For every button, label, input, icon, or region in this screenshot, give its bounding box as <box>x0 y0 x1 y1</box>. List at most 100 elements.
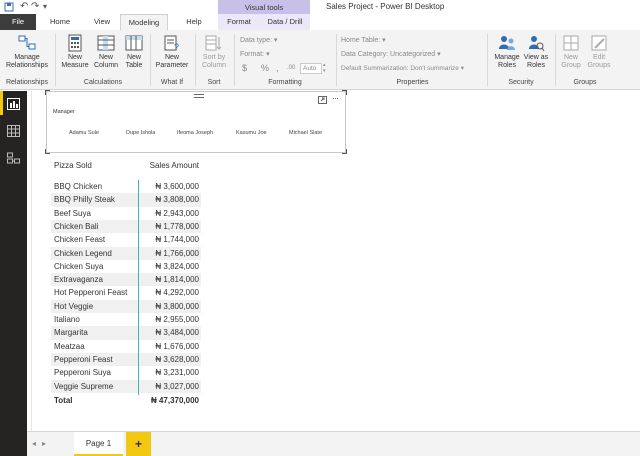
column-header-sales-amount[interactable]: Sales Amount <box>150 161 199 170</box>
title-bar: ↶ ↷ ▾ Visual tools Sales Project - Power… <box>0 0 640 15</box>
slicer-item[interactable]: Adamu Sule <box>69 130 99 136</box>
sales-amount-cell: ₦ 3,231,000 <box>155 368 199 378</box>
group-label-formatting: Formatting <box>268 79 302 86</box>
comma-button[interactable]: , <box>276 63 279 73</box>
slicer-item[interactable]: Kasumu Joe <box>236 130 267 136</box>
new-column-button[interactable]: New Column <box>92 34 120 70</box>
data-type-dropdown[interactable]: Data type: ▾ <box>240 36 277 44</box>
add-page-button[interactable]: + <box>126 432 151 456</box>
drag-grip-icon[interactable] <box>194 94 204 98</box>
table-row[interactable]: BBQ Chicken ₦ 3,600,000 <box>51 180 201 193</box>
manage-roles-button[interactable]: Manage Roles <box>492 34 522 70</box>
default-summarization-dropdown[interactable]: Default Summarization: Don't summarize ▾ <box>341 64 464 72</box>
format-dropdown[interactable]: Format: ▾ <box>240 50 270 58</box>
percent-button[interactable]: % <box>261 63 269 73</box>
group-divider <box>487 34 488 86</box>
table-row[interactable]: Chicken Suya ₦ 3,824,000 <box>51 260 201 273</box>
tab-file[interactable]: File <box>0 14 36 30</box>
group-divider <box>150 34 151 86</box>
calculator-icon <box>68 34 82 52</box>
data-category-label: Data Category: Uncategorized <box>341 51 436 58</box>
new-table-button[interactable]: New Table <box>122 34 146 70</box>
decimal-places-button[interactable]: .00 <box>287 65 295 71</box>
tab-format[interactable]: Format <box>218 14 260 30</box>
table-row[interactable]: Chicken Feast ₦ 1,744,000 <box>51 233 201 246</box>
table-row[interactable]: BBQ Philly Steak ₦ 3,808,000 <box>51 193 201 207</box>
spinner-icon[interactable]: ▴ ▾ <box>323 62 326 74</box>
table-row[interactable]: Italiano ₦ 2,955,000 <box>51 313 201 326</box>
data-category-dropdown[interactable]: Data Category: Uncategorized ▾ <box>341 50 441 58</box>
chevron-down-icon: ▾ <box>460 65 464 72</box>
table-row[interactable]: Pepperoni Suya ₦ 3,231,000 <box>51 366 201 379</box>
home-table-label: Home Table: <box>341 37 381 44</box>
table-row[interactable]: Pepperoni Feast ₦ 3,628,000 <box>51 352 201 367</box>
table-row[interactable]: Hot Pepperoni Feast ₦ 4,292,000 <box>51 286 201 299</box>
decimal-places-input[interactable]: Auto <box>300 63 322 74</box>
report-view-icon[interactable] <box>7 98 20 110</box>
table-row[interactable]: Veggie Supreme ₦ 3,027,000 <box>51 379 201 393</box>
sales-amount-cell: ₦ 3,628,000 <box>155 354 199 364</box>
home-table-dropdown[interactable]: Home Table: ▾ <box>341 36 386 44</box>
table-row[interactable]: Meatzaa ₦ 1,676,000 <box>51 340 201 353</box>
pizza-name-cell: Meatzaa <box>54 341 85 351</box>
group-label-properties: Properties <box>396 79 429 86</box>
table-row[interactable]: Hot Veggie ₦ 3,800,000 <box>51 299 201 313</box>
resize-handle[interactable] <box>342 149 347 154</box>
power-bi-window: ↶ ↷ ▾ Visual tools Sales Project - Power… <box>0 0 640 456</box>
sort-by-column-label: Sort by Column <box>201 54 227 69</box>
resize-handle[interactable] <box>342 90 347 95</box>
pizza-name-cell: Pepperoni Suya <box>54 368 111 378</box>
resize-handle[interactable] <box>45 149 50 154</box>
column-header-pizza-sold[interactable]: Pizza Sold <box>54 161 92 170</box>
manage-relationships-button[interactable]: Manage Relationships <box>4 34 50 70</box>
redo-icon[interactable]: ↷ <box>31 1 39 13</box>
slicer-item[interactable]: Michael Slate <box>289 130 322 136</box>
format-label: Format: <box>240 51 265 58</box>
pizza-name-cell: Pepperoni Feast <box>54 354 113 364</box>
chevron-down-icon: ▾ <box>382 37 386 44</box>
slicer-item[interactable]: Dupe Ishola <box>126 130 155 136</box>
previous-page-icon[interactable]: ◂ <box>32 439 36 448</box>
new-measure-button[interactable]: New Measure <box>60 34 90 70</box>
customize-quick-access-icon[interactable]: ▾ <box>43 1 47 13</box>
tab-view[interactable]: View <box>86 14 118 30</box>
parameter-icon: ? <box>164 35 179 52</box>
new-parameter-button[interactable]: ? New Parameter <box>154 34 190 70</box>
undo-icon[interactable]: ↶ <box>20 1 28 13</box>
manager-slicer[interactable]: ··· Manager Adamu Sule Dupe Ishola Ifeom… <box>45 90 347 154</box>
page-tab[interactable]: Page 1 <box>74 432 123 456</box>
tab-help[interactable]: Help <box>178 14 210 30</box>
more-options-icon[interactable]: ··· <box>332 93 339 103</box>
next-page-icon[interactable]: ▸ <box>42 439 46 448</box>
data-view-icon[interactable] <box>7 125 20 137</box>
sort-icon <box>205 35 222 51</box>
tab-data-drill[interactable]: Data / Drill <box>260 14 310 30</box>
tab-home[interactable]: Home <box>44 14 76 30</box>
group-divider <box>195 34 196 86</box>
table-row[interactable]: Extravaganza ₦ 1,814,000 <box>51 273 201 287</box>
table-row[interactable]: Chicken Bali ₦ 1,778,000 <box>51 219 201 234</box>
pizza-name-cell: Chicken Suya <box>54 261 104 271</box>
view-as-roles-button[interactable]: View as Roles <box>522 34 550 70</box>
table-row[interactable]: Beef Suya ₦ 2,943,000 <box>51 207 201 220</box>
model-view-icon[interactable] <box>7 152 20 164</box>
currency-button[interactable]: $ <box>242 63 247 73</box>
table-row[interactable]: Chicken Legend ₦ 1,766,000 <box>51 246 201 260</box>
new-group-button[interactable]: New Group <box>558 34 584 70</box>
slicer-item[interactable]: Ifeoma Joseph <box>177 130 213 136</box>
sales-amount-cell: ₦ 3,600,000 <box>155 182 199 191</box>
table-row[interactable]: Margarita ₦ 3,484,000 <box>51 326 201 340</box>
relationships-icon <box>18 35 36 50</box>
pizza-name-cell: Hot Pepperoni Feast <box>54 288 128 298</box>
new-column-label: New Column <box>93 54 119 69</box>
sort-by-column-button[interactable]: Sort by Column <box>198 34 230 70</box>
group-label-relationships: Relationships <box>5 79 49 86</box>
save-icon[interactable] <box>4 2 14 12</box>
pizza-name-cell: Extravaganza <box>54 275 103 285</box>
resize-handle[interactable] <box>45 90 50 95</box>
tab-modeling[interactable]: Modeling <box>120 14 168 30</box>
focus-mode-icon[interactable] <box>318 96 327 104</box>
chevron-down-icon: ▾ <box>266 51 270 58</box>
sales-amount-cell: ₦ 3,484,000 <box>155 328 199 338</box>
edit-groups-button[interactable]: Edit Groups <box>586 34 612 70</box>
